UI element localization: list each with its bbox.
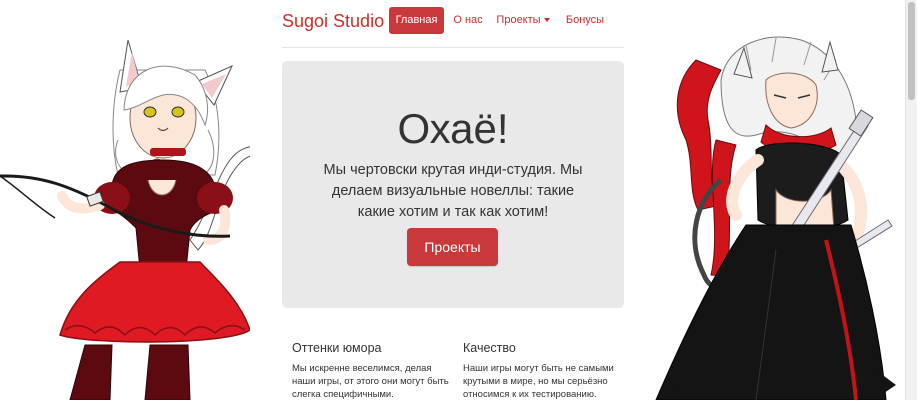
chevron-down-icon	[543, 18, 550, 23]
hero-jumbotron: Охаё! Мы чертовски крутая инди-студия. М…	[282, 61, 624, 308]
nav-item-projects-label: Проекты	[496, 14, 541, 26]
brand-logo[interactable]: Sugoi Studio	[282, 10, 384, 32]
page: Sugoi Studio Главная О нас Проекты Бонус…	[0, 0, 917, 400]
nav-item-about[interactable]: О нас	[448, 7, 488, 34]
feature-humor: Оттенки юмора Мы искренне веселимся, дел…	[292, 339, 452, 400]
nav-item-home[interactable]: Главная	[389, 7, 444, 34]
nav-item-bonuses[interactable]: Бонусы	[562, 7, 608, 34]
feature-text: Наши игры могут быть не самыми крутыми в…	[463, 363, 614, 400]
nav-item-projects[interactable]: Проекты	[494, 7, 552, 34]
feature-title: Оттенки юмора	[292, 341, 382, 355]
hero-lead-text: Мы чертовски крутая инди-студия. Мы дела…	[323, 162, 583, 220]
page-scrollbar[interactable]	[905, 0, 917, 400]
hero-title: Охаё!	[397, 105, 509, 152]
right-character-art	[655, 36, 896, 400]
feature-quality: Качество Наши игры могут быть не самыми …	[463, 339, 623, 400]
top-navbar: Sugoi Studio Главная О нас Проекты Бонус…	[282, 0, 624, 48]
feature-title: Качество	[463, 341, 516, 355]
left-character-art	[0, 39, 250, 400]
feature-text: Мы искренне веселимся, делая наши игры, …	[292, 363, 449, 400]
scrollbar-thumb[interactable]	[908, 2, 915, 100]
projects-button[interactable]: Проекты	[407, 228, 498, 266]
